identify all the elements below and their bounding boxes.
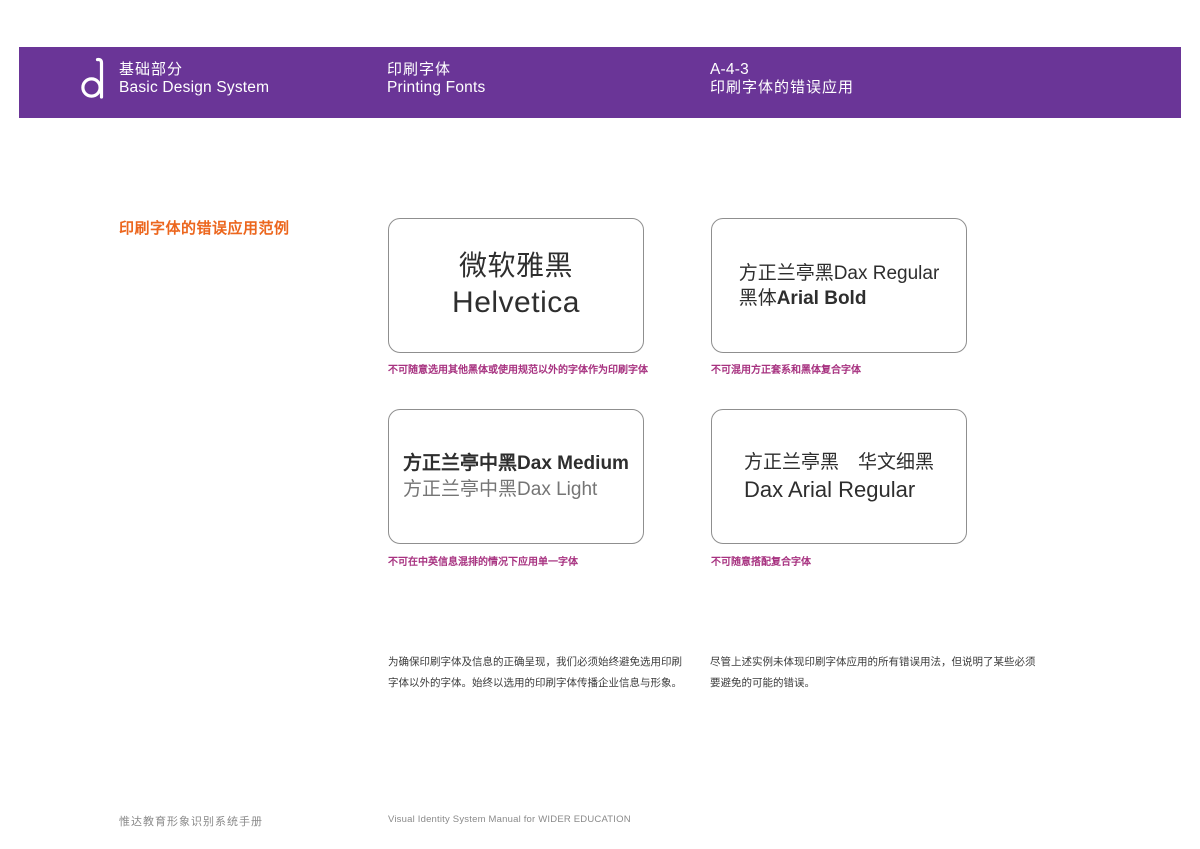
example-4-text-block: 方正兰亭黑 华文细黑 Dax Arial Regular	[744, 450, 934, 504]
note-left-line-1: 为确保印刷字体及信息的正确呈现，我们必须始终避免选用印刷	[388, 652, 682, 673]
logo-a-icon	[81, 56, 105, 100]
example-box-1: 微软雅黑 Helvetica	[388, 218, 644, 353]
example-1-line-2: Helvetica	[452, 283, 580, 323]
footer-manual-title-cn: 惟达教育形象识别系统手册	[119, 813, 263, 829]
header-section-title-cn: 基础部分	[119, 61, 269, 79]
note-right-line-1: 尽管上述实例未体现印刷字体应用的所有错误用法，但说明了某些必须	[710, 652, 1036, 673]
header-bar: 基础部分 Basic Design System 印刷字体 Printing F…	[19, 47, 1181, 118]
example-2-text-block: 方正兰亭黑Dax Regular 黑体Arial Bold	[739, 261, 940, 311]
example-2-caption: 不可混用方正套系和黑体复合字体	[711, 361, 861, 376]
header-section-block: 基础部分 Basic Design System	[119, 61, 269, 97]
note-left: 为确保印刷字体及信息的正确呈现，我们必须始终避免选用印刷 字体以外的字体。始终以…	[388, 652, 682, 694]
note-left-line-2: 字体以外的字体。始终以选用的印刷字体传播企业信息与形象。	[388, 673, 682, 694]
note-right-line-2: 要避免的可能的错误。	[710, 673, 1036, 694]
header-subtopic-title-cn: 印刷字体的错误应用	[710, 79, 854, 97]
example-box-3: 方正兰亭中黑Dax Medium 方正兰亭中黑Dax Light	[388, 409, 644, 544]
page-heading: 印刷字体的错误应用范例	[119, 217, 290, 238]
example-1-caption: 不可随意选用其他黑体或使用规范以外的字体作为印刷字体	[388, 361, 648, 376]
manual-page: 基础部分 Basic Design System 印刷字体 Printing F…	[0, 0, 1200, 849]
example-3-caption: 不可在中英信息混排的情况下应用单一字体	[388, 553, 578, 568]
header-topic-title-en: Printing Fonts	[387, 79, 485, 97]
example-1-line-1: 微软雅黑	[459, 249, 573, 283]
example-4-caption: 不可随意搭配复合字体	[711, 553, 811, 568]
example-3-line-1: 方正兰亭中黑Dax Medium	[403, 451, 629, 477]
header-section-title-en: Basic Design System	[119, 79, 269, 97]
example-3-line-2: 方正兰亭中黑Dax Light	[403, 477, 629, 503]
example-box-4: 方正兰亭黑 华文细黑 Dax Arial Regular	[711, 409, 967, 544]
footer-manual-title-en: Visual Identity System Manual for WIDER …	[388, 814, 631, 825]
header-topic-block: 印刷字体 Printing Fonts	[387, 61, 485, 97]
example-box-2: 方正兰亭黑Dax Regular 黑体Arial Bold	[711, 218, 967, 353]
example-4-line-1: 方正兰亭黑 华文细黑	[744, 450, 934, 475]
example-2-line-2: 黑体Arial Bold	[739, 286, 940, 311]
example-2-line-2-cn: 黑体	[739, 288, 777, 309]
note-right: 尽管上述实例未体现印刷字体应用的所有错误用法，但说明了某些必须 要避免的可能的错…	[710, 652, 1036, 694]
header-page-code: A-4-3	[710, 61, 854, 79]
example-2-line-1: 方正兰亭黑Dax Regular	[739, 261, 940, 286]
header-topic-title-cn: 印刷字体	[387, 61, 485, 79]
example-4-line-2: Dax Arial Regular	[744, 475, 934, 504]
example-2-line-2-en: Arial Bold	[777, 288, 867, 309]
header-page-code-block: A-4-3 印刷字体的错误应用	[710, 61, 854, 97]
example-3-text-block: 方正兰亭中黑Dax Medium 方正兰亭中黑Dax Light	[403, 451, 629, 503]
